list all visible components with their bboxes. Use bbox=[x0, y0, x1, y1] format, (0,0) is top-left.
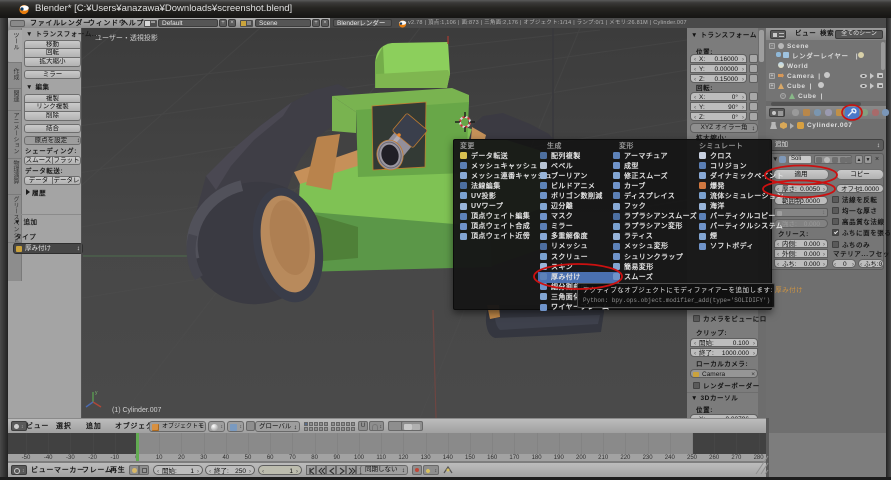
svg-text:y: y bbox=[95, 390, 98, 396]
